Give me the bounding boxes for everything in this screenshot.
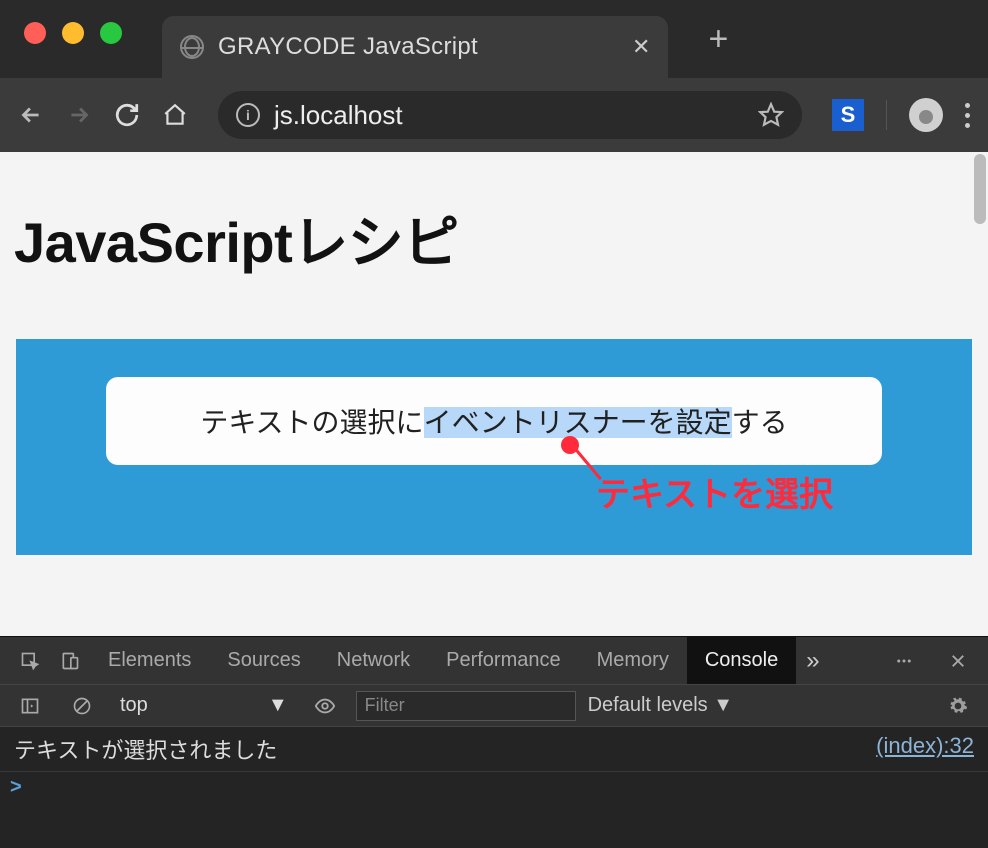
address-bar[interactable]: i js.localhost — [218, 91, 802, 139]
callout-label: テキストを選択 — [596, 467, 833, 516]
profile-avatar[interactable] — [909, 98, 943, 132]
scrollbar[interactable] — [972, 152, 988, 636]
console-toolbar: top ▼ Filter Default levels ▼ — [0, 685, 988, 727]
console-context-selector[interactable]: top ▼ — [114, 694, 294, 717]
log-levels-selector[interactable]: Default levels ▼ — [588, 694, 733, 717]
context-label: top — [120, 694, 148, 717]
log-source-link[interactable]: (index):32 — [876, 733, 974, 765]
window-titlebar: GRAYCODE JavaScript ✕ + — [0, 0, 988, 78]
console-prompt[interactable]: > — [0, 772, 988, 803]
console-log-row[interactable]: テキストが選択されました (index):32 — [0, 727, 988, 772]
new-tab-button[interactable]: + — [708, 20, 728, 59]
forward-button[interactable] — [66, 102, 92, 128]
site-info-icon[interactable]: i — [236, 103, 260, 127]
page-viewport: JavaScriptレシピ テキストの選択にイベントリスナーを設定する テキスト… — [0, 152, 988, 636]
levels-label: Default levels ▼ — [588, 694, 733, 717]
devtools-panel: Elements Sources Network Performance Mem… — [0, 636, 988, 848]
console-sidebar-toggle-icon[interactable] — [18, 694, 42, 718]
browser-menu-button[interactable] — [965, 103, 970, 128]
back-button[interactable] — [18, 102, 44, 128]
tab-performance[interactable]: Performance — [428, 637, 579, 684]
device-toolbar-icon[interactable] — [58, 649, 82, 673]
tab-elements[interactable]: Elements — [90, 637, 209, 684]
maximize-window-button[interactable] — [100, 22, 122, 44]
live-expression-icon[interactable] — [314, 695, 336, 717]
demo-text-box[interactable]: テキストの選択にイベントリスナーを設定する — [106, 377, 882, 465]
globe-icon — [180, 35, 204, 59]
demo-text-post: する — [732, 407, 788, 438]
devtools-menu-icon[interactable] — [892, 649, 916, 673]
filter-placeholder: Filter — [365, 695, 405, 716]
tab-sources[interactable]: Sources — [209, 637, 318, 684]
close-window-button[interactable] — [24, 22, 46, 44]
toolbar-divider — [886, 100, 887, 130]
home-button[interactable] — [162, 102, 188, 128]
tabs-overflow-button[interactable]: » — [796, 647, 829, 675]
tab-memory[interactable]: Memory — [579, 637, 687, 684]
devtools-close-icon[interactable] — [946, 649, 970, 673]
page-heading: JavaScriptレシピ — [0, 152, 988, 279]
browser-tab[interactable]: GRAYCODE JavaScript ✕ — [162, 16, 668, 78]
tab-network[interactable]: Network — [319, 637, 428, 684]
url-text: js.localhost — [274, 100, 403, 131]
devtools-tabbar: Elements Sources Network Performance Mem… — [0, 637, 988, 685]
tab-title: GRAYCODE JavaScript — [218, 33, 478, 61]
console-filter-input[interactable]: Filter — [356, 691, 576, 721]
log-message: テキストが選択されました — [14, 733, 277, 765]
demo-text-selected: イベントリスナーを設定 — [424, 407, 732, 438]
close-tab-button[interactable]: ✕ — [632, 34, 650, 60]
chevron-down-icon: ▼ — [268, 694, 288, 717]
browser-toolbar: i js.localhost S — [0, 78, 988, 152]
reload-button[interactable] — [114, 102, 140, 128]
bookmark-star-icon[interactable] — [758, 102, 784, 128]
traffic-lights — [24, 22, 122, 44]
demo-panel: テキストの選択にイベントリスナーを設定する テキストを選択 — [16, 339, 972, 555]
console-log-area[interactable]: テキストが選択されました (index):32 > — [0, 727, 988, 848]
tab-console[interactable]: Console — [687, 637, 796, 684]
minimize-window-button[interactable] — [62, 22, 84, 44]
scrollbar-thumb[interactable] — [974, 154, 986, 224]
inspect-element-icon[interactable] — [18, 649, 42, 673]
console-settings-icon[interactable] — [946, 694, 970, 718]
demo-text-pre: テキストの選択に — [200, 407, 423, 438]
extension-icon[interactable]: S — [832, 99, 864, 131]
clear-console-icon[interactable] — [70, 694, 94, 718]
